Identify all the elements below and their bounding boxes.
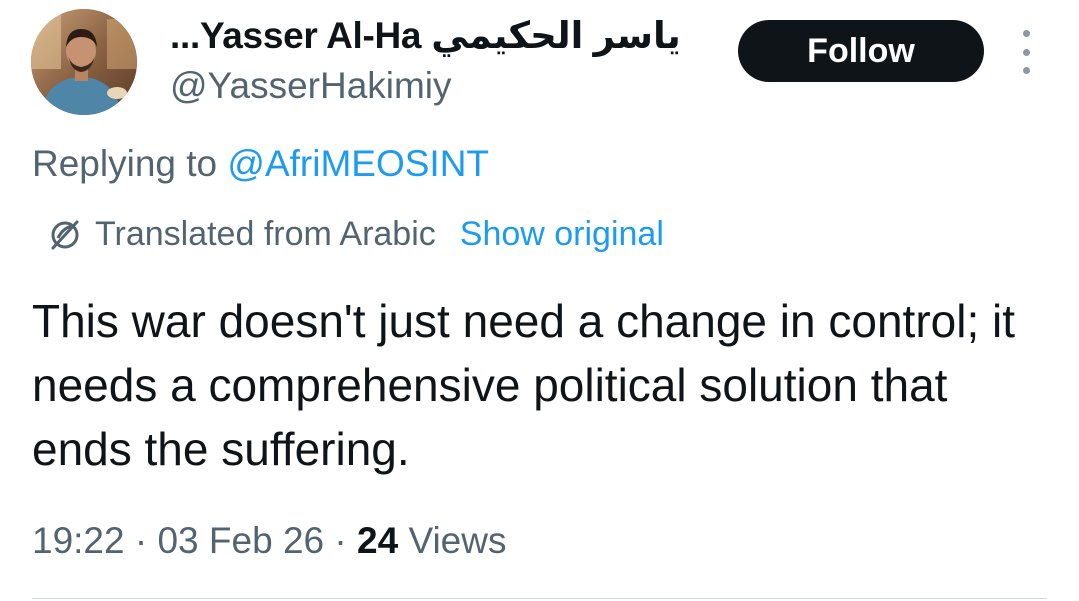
follow-button[interactable]: Follow <box>738 20 984 82</box>
more-vertical-icon <box>1022 30 1030 37</box>
author-display-name[interactable]: ...Yasser Al-Ha ياسر الحكيمي <box>170 14 681 57</box>
author-handle[interactable]: @YasserHakimiy <box>170 65 452 107</box>
tweet-meta: 19:22 · 03 Feb 26 · 24 Views <box>32 520 506 562</box>
show-original-link[interactable]: Show original <box>460 215 664 254</box>
tweet-text: This war doesn't just need a change in c… <box>32 295 1016 475</box>
tweet-time[interactable]: 19:22 <box>32 520 125 561</box>
avatar[interactable] <box>31 9 137 115</box>
avatar-image <box>31 9 137 115</box>
views-count[interactable]: 24 <box>357 520 398 561</box>
tweet-date[interactable]: 03 Feb 26 <box>157 520 324 561</box>
replying-to-label: Replying to <box>32 143 228 184</box>
reply-mention-link[interactable]: @AfriMEOSINT <box>227 143 489 184</box>
replying-to: Replying to @AfriMEOSINT <box>32 143 489 185</box>
translated-from-label: Translated from Arabic <box>95 214 436 253</box>
views-label: Views <box>398 520 507 561</box>
divider <box>32 598 1047 599</box>
meta-separator: · <box>124 520 158 561</box>
meta-separator: · <box>324 520 358 561</box>
more-options-button[interactable] <box>1012 30 1040 74</box>
translation-row: Translated from Arabic Show original <box>45 212 664 256</box>
more-vertical-icon-dot <box>1022 48 1030 56</box>
translate-globe-icon <box>51 220 79 250</box>
more-vertical-icon-dot <box>1022 67 1030 74</box>
